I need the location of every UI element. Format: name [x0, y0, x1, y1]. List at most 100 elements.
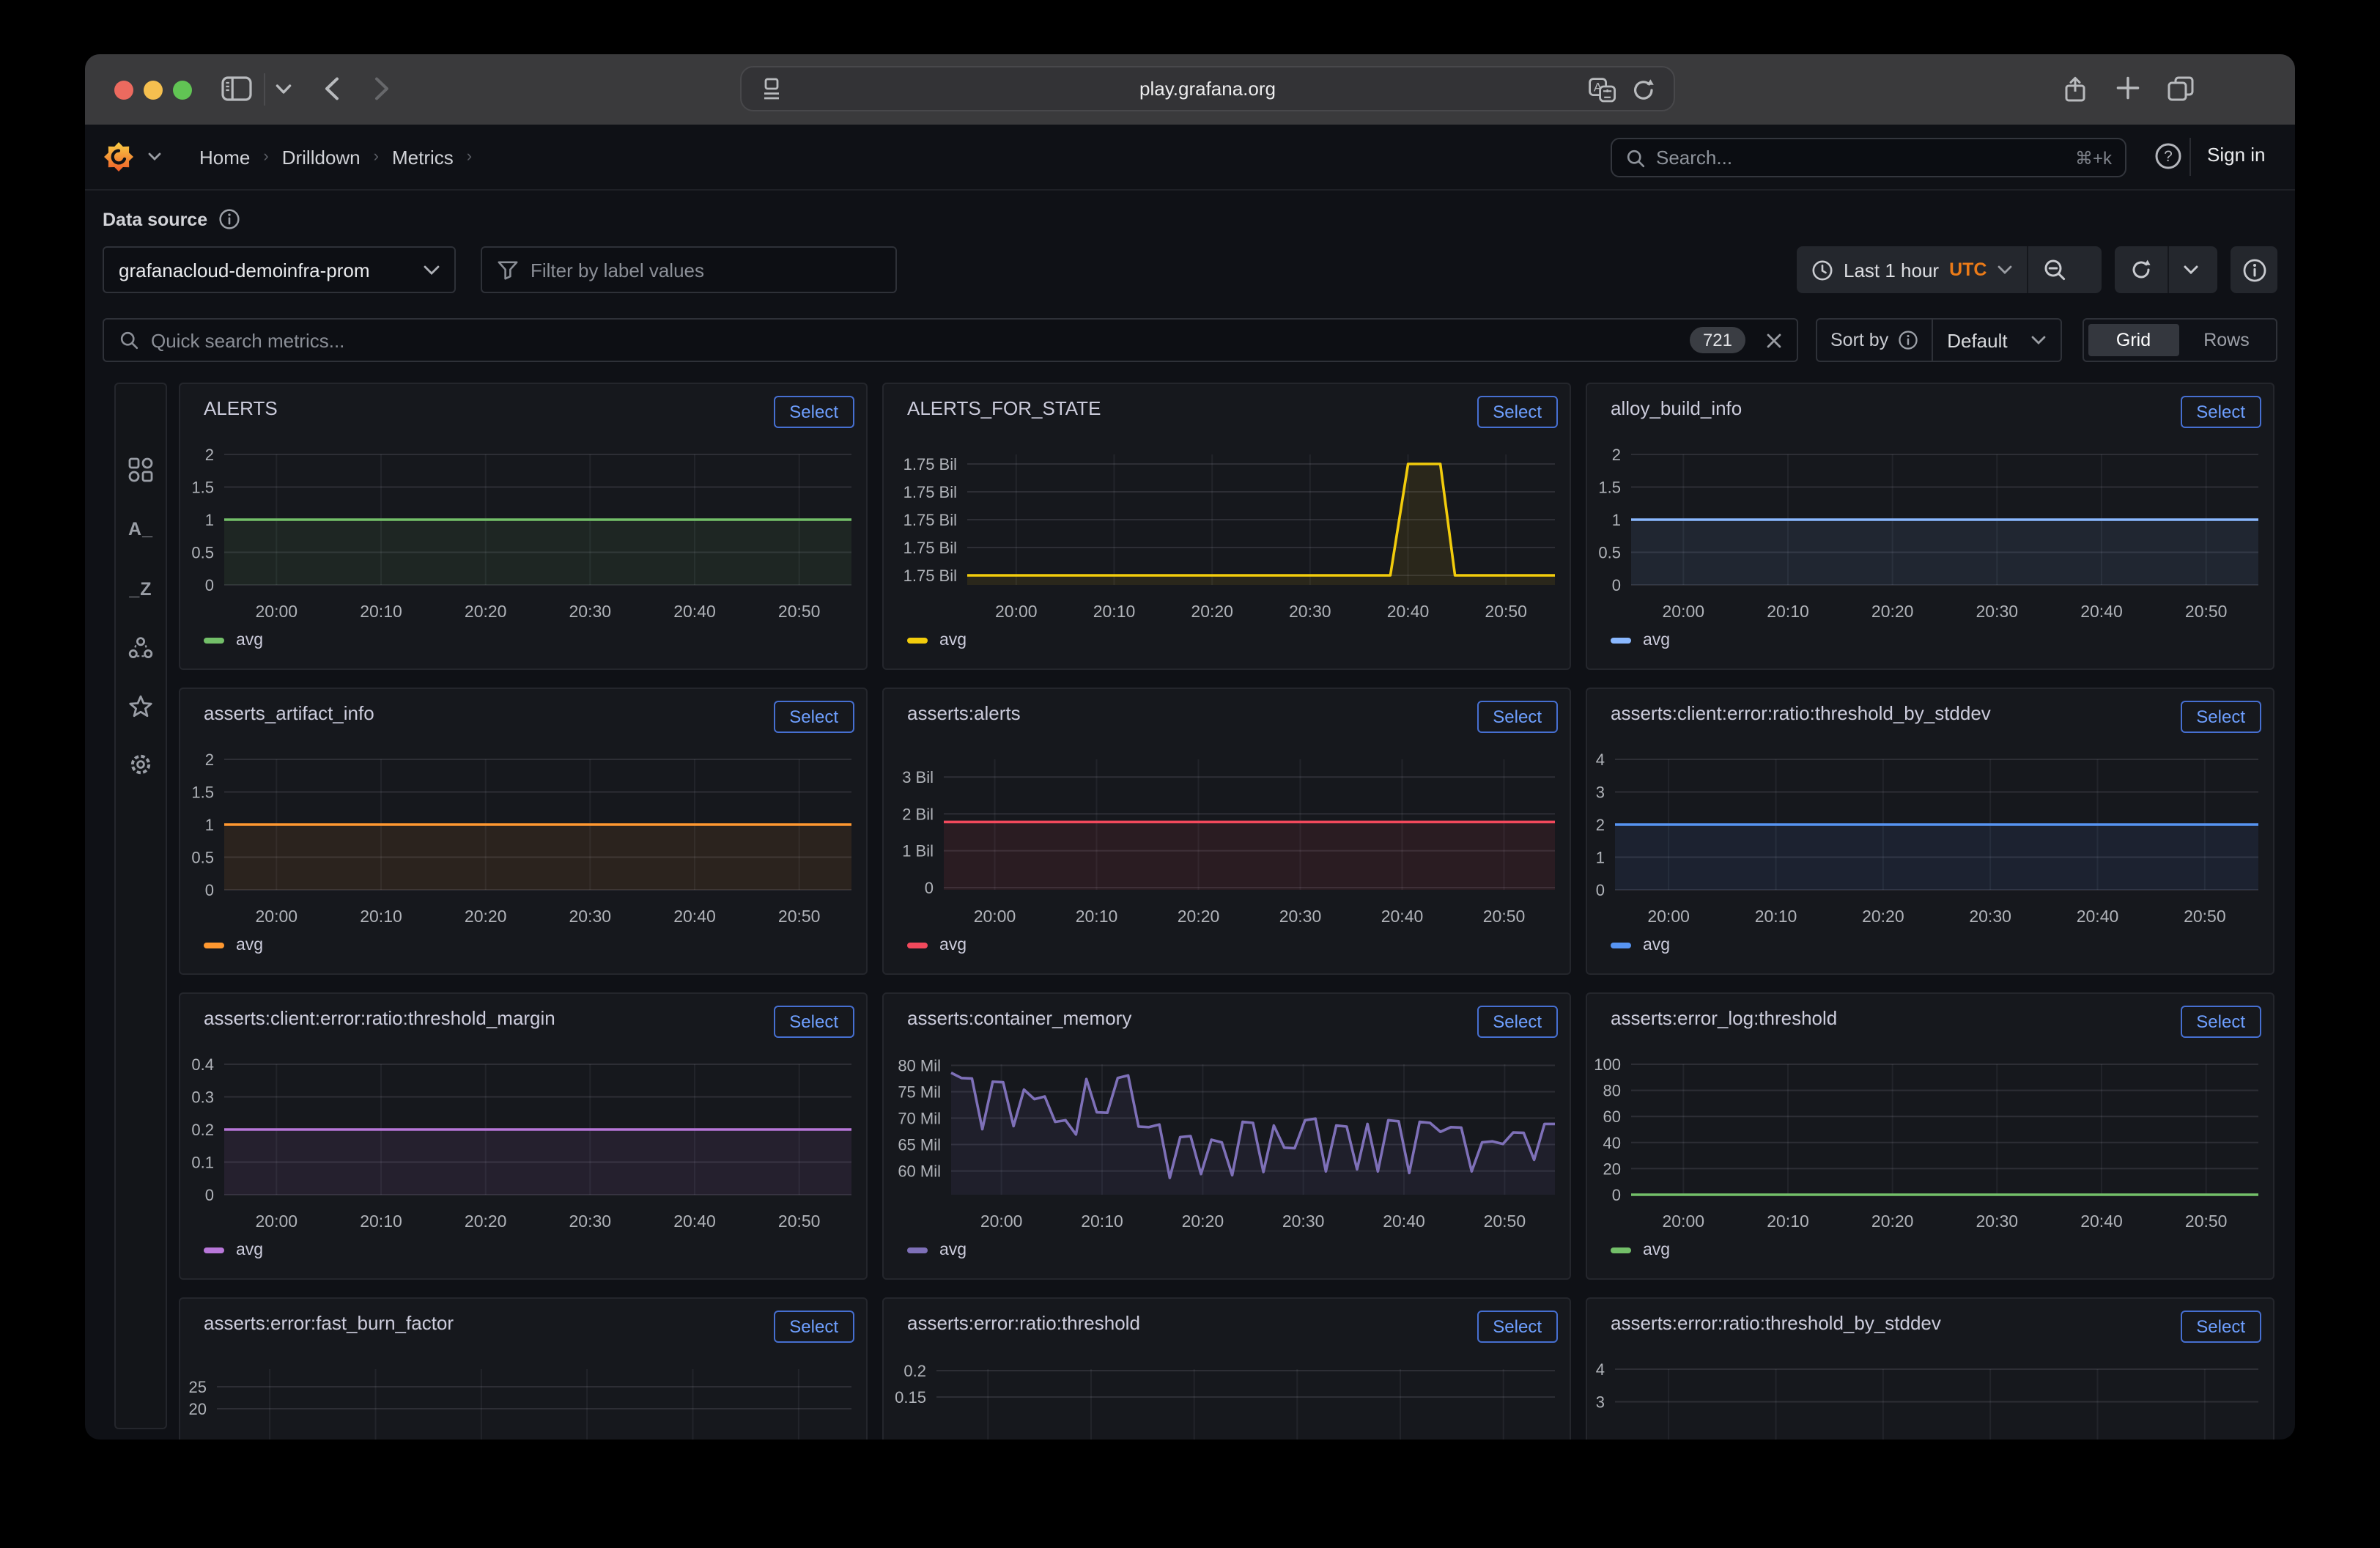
rows-view-button[interactable]: Rows [2181, 324, 2272, 356]
group-icon[interactable] [128, 636, 153, 660]
close-button[interactable] [114, 81, 133, 100]
y-tick-label: 1.5 [1598, 479, 1621, 497]
breadcrumb-metrics[interactable]: Metrics [392, 146, 454, 168]
clear-icon[interactable] [1766, 332, 1782, 348]
y-tick-label: 80 [1603, 1082, 1621, 1100]
back-icon[interactable] [324, 76, 340, 101]
y-tick-label: 20 [189, 1400, 207, 1418]
y-tick-label: 2 [1596, 816, 1605, 834]
metric-panel: 3 Bil2 Bil1 Bil020:0020:1020:2020:3020:4… [882, 688, 1571, 975]
global-search-input[interactable]: Search... ⌘+k [1611, 138, 2126, 177]
help-icon[interactable]: ? [2154, 142, 2182, 170]
select-button[interactable]: Select [1477, 1311, 1558, 1343]
label-filter-input[interactable]: Filter by label values [481, 246, 897, 293]
info-icon[interactable] [218, 208, 240, 230]
panel-legend[interactable]: avg [907, 1242, 967, 1259]
sort-control: Sort by Default [1816, 318, 2062, 362]
metric-panel: 4320:0020:1020:2020:3020:4020:50asserts:… [1586, 1297, 2274, 1440]
metric-panel: 10080604020020:0020:1020:2020:3020:4020:… [1586, 992, 2274, 1280]
panel-legend[interactable]: avg [204, 632, 263, 649]
share-icon[interactable] [2063, 76, 2087, 103]
panel-title: asserts:alerts [907, 702, 1021, 724]
refresh-interval-dropdown[interactable] [2169, 246, 2213, 293]
sort-value-dropdown[interactable]: Default [1932, 320, 2061, 361]
url-bar[interactable]: play.grafana.org A [740, 66, 1675, 111]
y-tick-label: 0 [925, 879, 934, 897]
panel-legend[interactable]: avg [907, 632, 967, 649]
breadcrumb-home[interactable]: Home [199, 146, 250, 168]
sign-in-button[interactable]: Sign in [2207, 144, 2266, 166]
forward-icon[interactable] [374, 76, 390, 101]
select-button[interactable]: Select [773, 1006, 854, 1038]
legend-label: avg [236, 632, 263, 649]
info-icon[interactable] [1897, 330, 1918, 350]
tabs-icon[interactable] [2168, 76, 2194, 101]
metric-panel: 4321020:0020:1020:2020:3020:4020:50asser… [1586, 688, 2274, 975]
refresh-button[interactable] [2115, 246, 2168, 293]
x-tick-label: 20:30 [569, 907, 612, 926]
grafana-header: Home › Drilldown › Metrics › Search... ⌘… [85, 125, 2295, 191]
grafana-logo[interactable] [103, 141, 135, 173]
y-tick-label: 0.5 [191, 544, 214, 562]
y-tick-label: 65 Mil [898, 1136, 941, 1154]
datasource-label-row: Data source [103, 208, 240, 230]
panel-legend[interactable]: avg [907, 937, 967, 954]
x-tick-label: 20:30 [1282, 1212, 1325, 1231]
panel-legend[interactable]: avg [204, 937, 263, 954]
minimize-button[interactable] [144, 81, 163, 100]
panel-legend[interactable]: avg [204, 1242, 263, 1259]
select-button[interactable]: Select [2180, 701, 2261, 733]
chevron-down-icon[interactable] [276, 84, 292, 95]
select-button[interactable]: Select [773, 396, 854, 428]
gear-icon[interactable] [128, 752, 153, 777]
select-button[interactable]: Select [1477, 396, 1558, 428]
new-tab-icon[interactable] [2116, 76, 2140, 100]
select-button[interactable]: Select [2180, 1006, 2261, 1038]
panel-title: ALERTS [204, 397, 278, 419]
chevron-down-icon[interactable] [148, 152, 161, 161]
y-tick-label: 40 [1603, 1134, 1621, 1152]
translate-icon[interactable]: A [1589, 78, 1616, 103]
apps-icon[interactable] [128, 457, 153, 482]
panel-legend[interactable]: avg [1611, 632, 1670, 649]
suffix-filter-icon[interactable]: _Z [129, 579, 152, 600]
y-tick-label: 1.75 Bil [903, 567, 957, 585]
sort-by-label: Sort by [1817, 320, 1932, 361]
y-tick-label: 1.5 [191, 784, 214, 802]
quick-search-input[interactable]: Quick search metrics... 721 [103, 318, 1798, 362]
x-tick-label: 20:50 [1485, 602, 1527, 621]
select-button[interactable]: Select [1477, 701, 1558, 733]
x-tick-label: 20:40 [673, 602, 716, 621]
screen: play.grafana.org A [0, 0, 2380, 1548]
x-tick-label: 20:00 [974, 907, 1016, 926]
select-button[interactable]: Select [773, 701, 854, 733]
star-icon[interactable] [128, 695, 153, 718]
fullscreen-button[interactable] [173, 81, 192, 100]
y-tick-label: 0.3 [191, 1088, 214, 1107]
panel-legend[interactable]: avg [1611, 1242, 1670, 1259]
y-tick-label: 25 [189, 1378, 207, 1396]
panel-info-button[interactable] [2231, 246, 2277, 293]
sidebar-icon[interactable] [221, 76, 252, 101]
zoom-out-button[interactable] [2028, 246, 2081, 293]
datasource-select[interactable]: grafanacloud-demoinfra-prom [103, 246, 456, 293]
x-tick-label: 20:00 [995, 602, 1038, 621]
panel-legend[interactable]: avg [1611, 937, 1670, 954]
select-button[interactable]: Select [2180, 396, 2261, 428]
legend-color-pill [1611, 638, 1631, 644]
chevron-right-icon: › [374, 148, 379, 166]
x-tick-label: 20:20 [1871, 602, 1914, 621]
select-button[interactable]: Select [773, 1311, 854, 1343]
time-range-button[interactable]: Last 1 hour UTC [1797, 246, 2027, 293]
breadcrumb-drilldown[interactable]: Drilldown [282, 146, 361, 168]
grid-view-button[interactable]: Grid [2088, 324, 2178, 356]
select-button[interactable]: Select [2180, 1311, 2261, 1343]
result-count-badge: 721 [1690, 327, 1745, 353]
metric-panel: 1.75 Bil1.75 Bil1.75 Bil1.75 Bil1.75 Bil… [882, 383, 1571, 670]
reload-icon[interactable] [1631, 78, 1656, 103]
prefix-filter-icon[interactable]: A_ [128, 519, 153, 539]
select-button[interactable]: Select [1477, 1006, 1558, 1038]
x-tick-label: 20:30 [1969, 907, 2011, 926]
x-tick-label: 20:40 [1387, 602, 1430, 621]
y-tick-label: 100 [1594, 1055, 1621, 1074]
